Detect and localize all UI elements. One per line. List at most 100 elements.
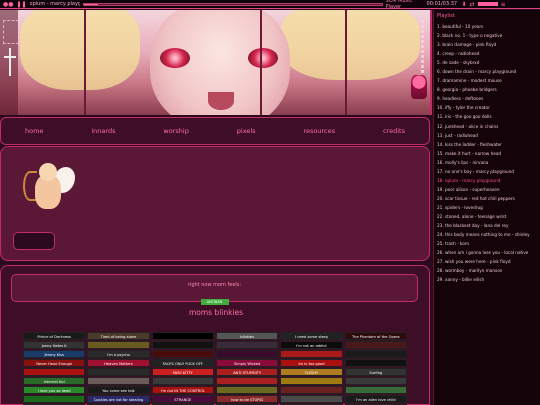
playlist-track[interactable]: 11. iris - the goo goo dolls bbox=[437, 112, 540, 121]
blinkie bbox=[280, 386, 343, 394]
blinkie: The Phantom of the Opera bbox=[344, 332, 407, 340]
playlist-track[interactable]: 29. xanny - billie eilish bbox=[437, 275, 540, 284]
blinkie: I'm not an addict bbox=[280, 341, 343, 349]
nav-innards[interactable]: innards bbox=[91, 127, 115, 135]
blinkie bbox=[87, 368, 150, 376]
header-banner bbox=[0, 10, 432, 115]
playlist-track[interactable]: 24. this body means nothing to me - shin… bbox=[437, 230, 540, 239]
playlist-track[interactable]: 25. trash - korn bbox=[437, 239, 540, 248]
blinkie: Jonny Hates It bbox=[23, 341, 86, 349]
banner-eye-left bbox=[160, 48, 190, 68]
pause-icon[interactable]: ❚❚ bbox=[16, 0, 26, 9]
blinkie: I need some sleep bbox=[280, 332, 343, 340]
blinkie bbox=[87, 377, 150, 385]
blinkie: ANTI STUPIDITY bbox=[215, 368, 279, 376]
playlist-track[interactable]: 16. molly's lips - nirvana bbox=[437, 158, 540, 167]
nav-credits[interactable]: credits bbox=[383, 127, 405, 135]
blinkie bbox=[215, 386, 279, 394]
blinkie: Jimmy Kiss bbox=[23, 350, 86, 358]
cupid-icon bbox=[19, 161, 79, 221]
seek-progress bbox=[83, 3, 99, 5]
nav-pixels[interactable]: pixels bbox=[237, 127, 256, 135]
playlist-track[interactable]: 1. beautiful - 10 years bbox=[437, 22, 540, 31]
blinkie bbox=[280, 395, 343, 403]
nav-home[interactable]: home bbox=[25, 127, 43, 135]
playlist-track[interactable]: 2. black no. 1 - type o negative bbox=[437, 31, 540, 40]
blinkie: I'm an alien love child bbox=[344, 395, 407, 403]
playlist-track[interactable]: 5. de sade - skybrxd bbox=[437, 58, 540, 67]
playlist-track[interactable]: 27. wish you were here - pink floyd bbox=[437, 257, 540, 266]
blinkie: Heaven Matters bbox=[87, 359, 150, 367]
playlist-track[interactable]: 6. down the drain - marcy playground bbox=[437, 67, 540, 76]
blinkie: Prince of Darkness bbox=[23, 332, 86, 340]
playlist-track[interactable]: 17. no one's boy - marcy playground bbox=[437, 167, 540, 176]
music-player-bar: ●● ❚❚ opium - marcy playground SCM Music… bbox=[0, 0, 540, 10]
mood-box: right now mom feels: ANTIBAN bbox=[11, 274, 418, 305]
blinkie bbox=[215, 350, 279, 358]
playlist-track[interactable]: 4. creep - radiohead bbox=[437, 49, 540, 58]
playlist-track[interactable]: 26. when am i gonna lose you - local nat… bbox=[437, 248, 540, 257]
seek-bar[interactable] bbox=[82, 2, 383, 6]
nav-worship[interactable]: worship bbox=[163, 127, 188, 135]
blinkie: Cookies are not for stealing bbox=[87, 395, 150, 403]
playlist-track[interactable]: 21. spiders - lovedrug bbox=[437, 203, 540, 212]
banner-divider bbox=[84, 10, 86, 115]
blinkie: Surfing bbox=[344, 368, 407, 376]
playlist-toggle-icon[interactable]: ≡ bbox=[501, 0, 506, 9]
blinkie: You come see talk bbox=[87, 386, 150, 394]
playlist-track[interactable]: 12. junkhead - alice in chains bbox=[437, 122, 540, 131]
playlist-track[interactable]: 22. stoned, alone - teenage wrist bbox=[437, 212, 540, 221]
volume-slider[interactable] bbox=[477, 2, 498, 6]
blinkie bbox=[23, 368, 86, 376]
blinkie bbox=[151, 332, 214, 340]
blinkie bbox=[151, 350, 214, 358]
nav-resources[interactable]: resources bbox=[304, 127, 336, 135]
playlist-track[interactable]: 28. wormboy - marilyn manson bbox=[437, 266, 540, 275]
playlist-track[interactable]: 13. just - radiohead bbox=[437, 131, 540, 140]
blinkie: I love you so dead bbox=[23, 386, 86, 394]
now-playing-title: opium - marcy playground bbox=[29, 1, 80, 7]
blinkie: I'm a psycho bbox=[87, 350, 150, 358]
banner-mouth bbox=[208, 92, 234, 110]
playlist-track[interactable]: 14. kiss the ladder - fleshwater bbox=[437, 140, 540, 149]
player-logo-icon[interactable]: ●● bbox=[3, 0, 13, 9]
blinkie: Internet Kid bbox=[23, 377, 86, 385]
blinkies-title: moms blinkies bbox=[188, 308, 244, 317]
playlist-track[interactable]: 18. opium - marcy playground bbox=[437, 176, 540, 185]
blinkie: I'm not IN THE CONTROL bbox=[151, 386, 214, 394]
intro-label-box bbox=[13, 232, 55, 250]
blinkie bbox=[344, 341, 407, 349]
banner-hair-right bbox=[280, 10, 420, 80]
player-name: SCM Music Player bbox=[385, 0, 413, 10]
playlist-track[interactable]: 7. dramamine - modest mouse bbox=[437, 76, 540, 85]
blinkie bbox=[344, 359, 407, 367]
playlist-track[interactable]: 10. iffy - tyler the creator bbox=[437, 103, 540, 112]
playlist-track[interactable]: 20. scar tissue - red hot chili peppers bbox=[437, 194, 540, 203]
blinkie: Never Have Enough bbox=[23, 359, 86, 367]
blinkie bbox=[344, 350, 407, 358]
blinkie bbox=[280, 350, 343, 358]
blinkie bbox=[87, 341, 150, 349]
blinkie: how to be STUPID bbox=[215, 395, 279, 403]
banner-eye-right bbox=[248, 48, 278, 68]
playlist-title: Playlist bbox=[437, 13, 455, 19]
blinkie: Im in too good bbox=[280, 359, 343, 367]
playlist-track[interactable]: 9. headless - deftones bbox=[437, 94, 540, 103]
playlist-track[interactable]: 23. the blackest day - lana del rey bbox=[437, 221, 540, 230]
blinkie: blinkies bbox=[215, 332, 279, 340]
playlist-track[interactable]: 3. brain damage - pink floyd bbox=[437, 40, 540, 49]
blinkie: STRANGE bbox=[151, 395, 214, 403]
blinkie: FACES ONLY FUCK OFF bbox=[151, 359, 214, 367]
player-time: 00:01/03:37 bbox=[426, 1, 458, 7]
playlist-track[interactable]: 19. poor alison - superheaven bbox=[437, 185, 540, 194]
download-icon[interactable]: ⬇ bbox=[462, 0, 467, 9]
intro-box bbox=[0, 146, 430, 261]
main-nav: home innards worship pixels resources cr… bbox=[0, 117, 430, 145]
mood-title: right now mom feels: bbox=[187, 282, 242, 288]
shuffle-icon[interactable]: ⇄ bbox=[470, 0, 475, 9]
mood-blinkie: ANTIBAN bbox=[200, 299, 229, 305]
playlist-track[interactable]: 8. georgia - phoebe bridgers bbox=[437, 85, 540, 94]
blinkie bbox=[344, 377, 407, 385]
banner-hair-left bbox=[20, 10, 140, 90]
playlist-track[interactable]: 15. make it hurt - narrow head bbox=[437, 149, 540, 158]
